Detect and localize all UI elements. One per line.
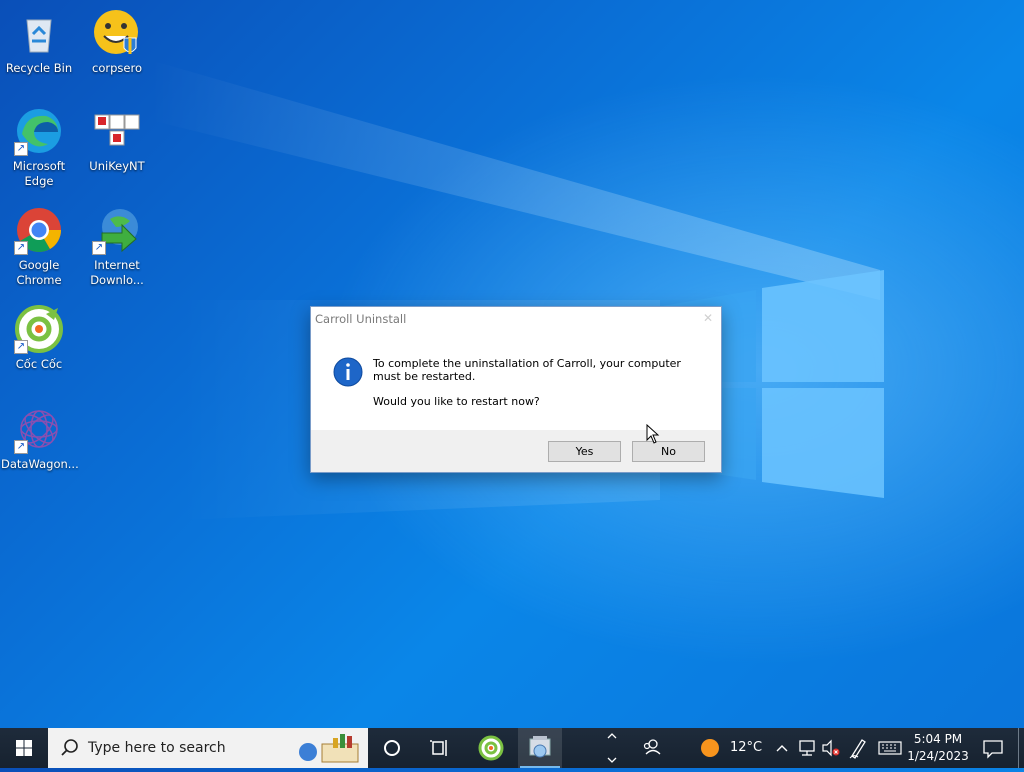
taskbar: Type here to search 12°C 5:04 PM 1/24/20… bbox=[0, 728, 1024, 768]
desktop-icon-unikeynt[interactable]: UniKeyNT bbox=[79, 100, 155, 174]
task-view-icon bbox=[430, 740, 447, 756]
shortcut-arrow-icon: ↗ bbox=[14, 440, 28, 454]
touch-keyboard-button[interactable] bbox=[876, 728, 904, 768]
search-highlight-illustration-icon bbox=[299, 734, 359, 763]
desktop-icon-recycle-bin[interactable]: Recycle Bin bbox=[1, 2, 77, 76]
taskbar-scroll-button[interactable] bbox=[604, 728, 620, 768]
action-center-button[interactable] bbox=[978, 728, 1008, 768]
weather-temperature: 12°C bbox=[730, 740, 763, 755]
notification-icon bbox=[983, 740, 1003, 759]
mouse-cursor-icon bbox=[646, 424, 660, 444]
installer-app-icon bbox=[529, 736, 551, 758]
uninstall-dialog: Carroll Uninstall ✕ To complete the unin… bbox=[310, 306, 722, 473]
desktop-icon-coc-coc[interactable]: ↗ Cốc Cốc bbox=[1, 298, 77, 372]
shortcut-arrow-icon: ↗ bbox=[92, 241, 106, 255]
dialog-body: To complete the uninstallation of Carrol… bbox=[311, 331, 721, 430]
pen-icon bbox=[849, 739, 866, 759]
show-hidden-icons-button[interactable] bbox=[774, 728, 790, 768]
search-placeholder: Type here to search bbox=[88, 740, 226, 756]
chevron-up-down-icon bbox=[607, 733, 617, 763]
desktop-icon-label: UniKeyNT bbox=[89, 159, 145, 173]
weather-widget[interactable]: 12°C bbox=[696, 728, 768, 768]
desktop-icon-label: DataWagon... bbox=[1, 457, 79, 471]
keyboard-icon bbox=[878, 741, 902, 755]
volume-muted-icon bbox=[822, 739, 840, 757]
shortcut-arrow-icon: ↗ bbox=[14, 142, 28, 156]
chevron-up-icon bbox=[776, 745, 788, 752]
network-status[interactable] bbox=[796, 728, 818, 768]
desktop-icon-label: Cốc Cốc bbox=[15, 357, 63, 371]
dialog-title: Carroll Uninstall bbox=[315, 312, 407, 326]
idm-icon: ↗ bbox=[92, 205, 142, 255]
desktop-icon-label: Microsoft Edge bbox=[12, 159, 66, 188]
task-view-button[interactable] bbox=[420, 728, 460, 768]
show-desktop-button[interactable] bbox=[1018, 728, 1024, 768]
desktop-icon-google-chrome[interactable]: ↗ Google Chrome bbox=[1, 199, 77, 288]
windows-start-icon bbox=[16, 740, 32, 756]
taskbar-app-carroll-uninstall[interactable] bbox=[518, 728, 562, 768]
shortcut-arrow-icon: ↗ bbox=[14, 241, 28, 255]
desktop-icon-label: corpsero bbox=[92, 61, 142, 75]
taskbar-app-coccoc[interactable] bbox=[470, 728, 512, 768]
pen-workspace-button[interactable] bbox=[846, 728, 870, 768]
smiley-shield-icon bbox=[92, 8, 142, 58]
cortana-circle-icon bbox=[384, 740, 400, 756]
desktop-icon-internet-download-manager[interactable]: ↗ Internet Downlo... bbox=[79, 199, 155, 288]
desktop-icon-label: Google Chrome bbox=[16, 258, 62, 287]
people-button[interactable] bbox=[638, 728, 666, 768]
dialog-question: Would you like to restart now? bbox=[373, 395, 540, 408]
desktop-icon-label: Internet Downlo... bbox=[90, 258, 144, 287]
unikey-icon bbox=[92, 106, 142, 156]
yes-button[interactable]: Yes bbox=[548, 441, 621, 462]
start-button[interactable] bbox=[0, 728, 48, 768]
cortana-button[interactable] bbox=[372, 728, 412, 768]
no-button[interactable]: No bbox=[632, 441, 705, 462]
desktop-icon-datawagon[interactable]: ↗ DataWagon... bbox=[1, 398, 79, 472]
sun-weather-icon bbox=[701, 739, 719, 757]
network-icon bbox=[799, 740, 815, 756]
datawagon-icon: ↗ bbox=[14, 404, 64, 454]
volume-control[interactable] bbox=[820, 728, 842, 768]
taskbar-search-box[interactable]: Type here to search bbox=[48, 728, 368, 768]
clock-time: 5:04 PM bbox=[913, 732, 963, 746]
recycle-bin-icon bbox=[14, 8, 64, 58]
dialog-message: To complete the uninstallation of Carrol… bbox=[373, 357, 681, 383]
close-icon[interactable]: ✕ bbox=[703, 311, 713, 325]
coccoc-icon: ↗ bbox=[14, 304, 64, 354]
desktop-icon-microsoft-edge[interactable]: ↗ Microsoft Edge bbox=[1, 100, 77, 189]
edge-icon: ↗ bbox=[14, 106, 64, 156]
desktop-icon-corpsero[interactable]: corpsero bbox=[79, 2, 155, 76]
search-icon bbox=[61, 739, 78, 756]
people-icon bbox=[643, 739, 661, 755]
clock-date: 1/24/2023 bbox=[907, 749, 969, 763]
taskbar-clock[interactable]: 5:04 PM 1/24/2023 bbox=[905, 731, 971, 765]
dialog-titlebar[interactable]: Carroll Uninstall ✕ bbox=[311, 307, 721, 331]
desktop-icon-label: Recycle Bin bbox=[5, 61, 73, 75]
chrome-icon: ↗ bbox=[14, 205, 64, 255]
coccoc-icon bbox=[478, 735, 504, 761]
info-icon bbox=[333, 357, 363, 387]
shortcut-arrow-icon: ↗ bbox=[14, 340, 28, 354]
